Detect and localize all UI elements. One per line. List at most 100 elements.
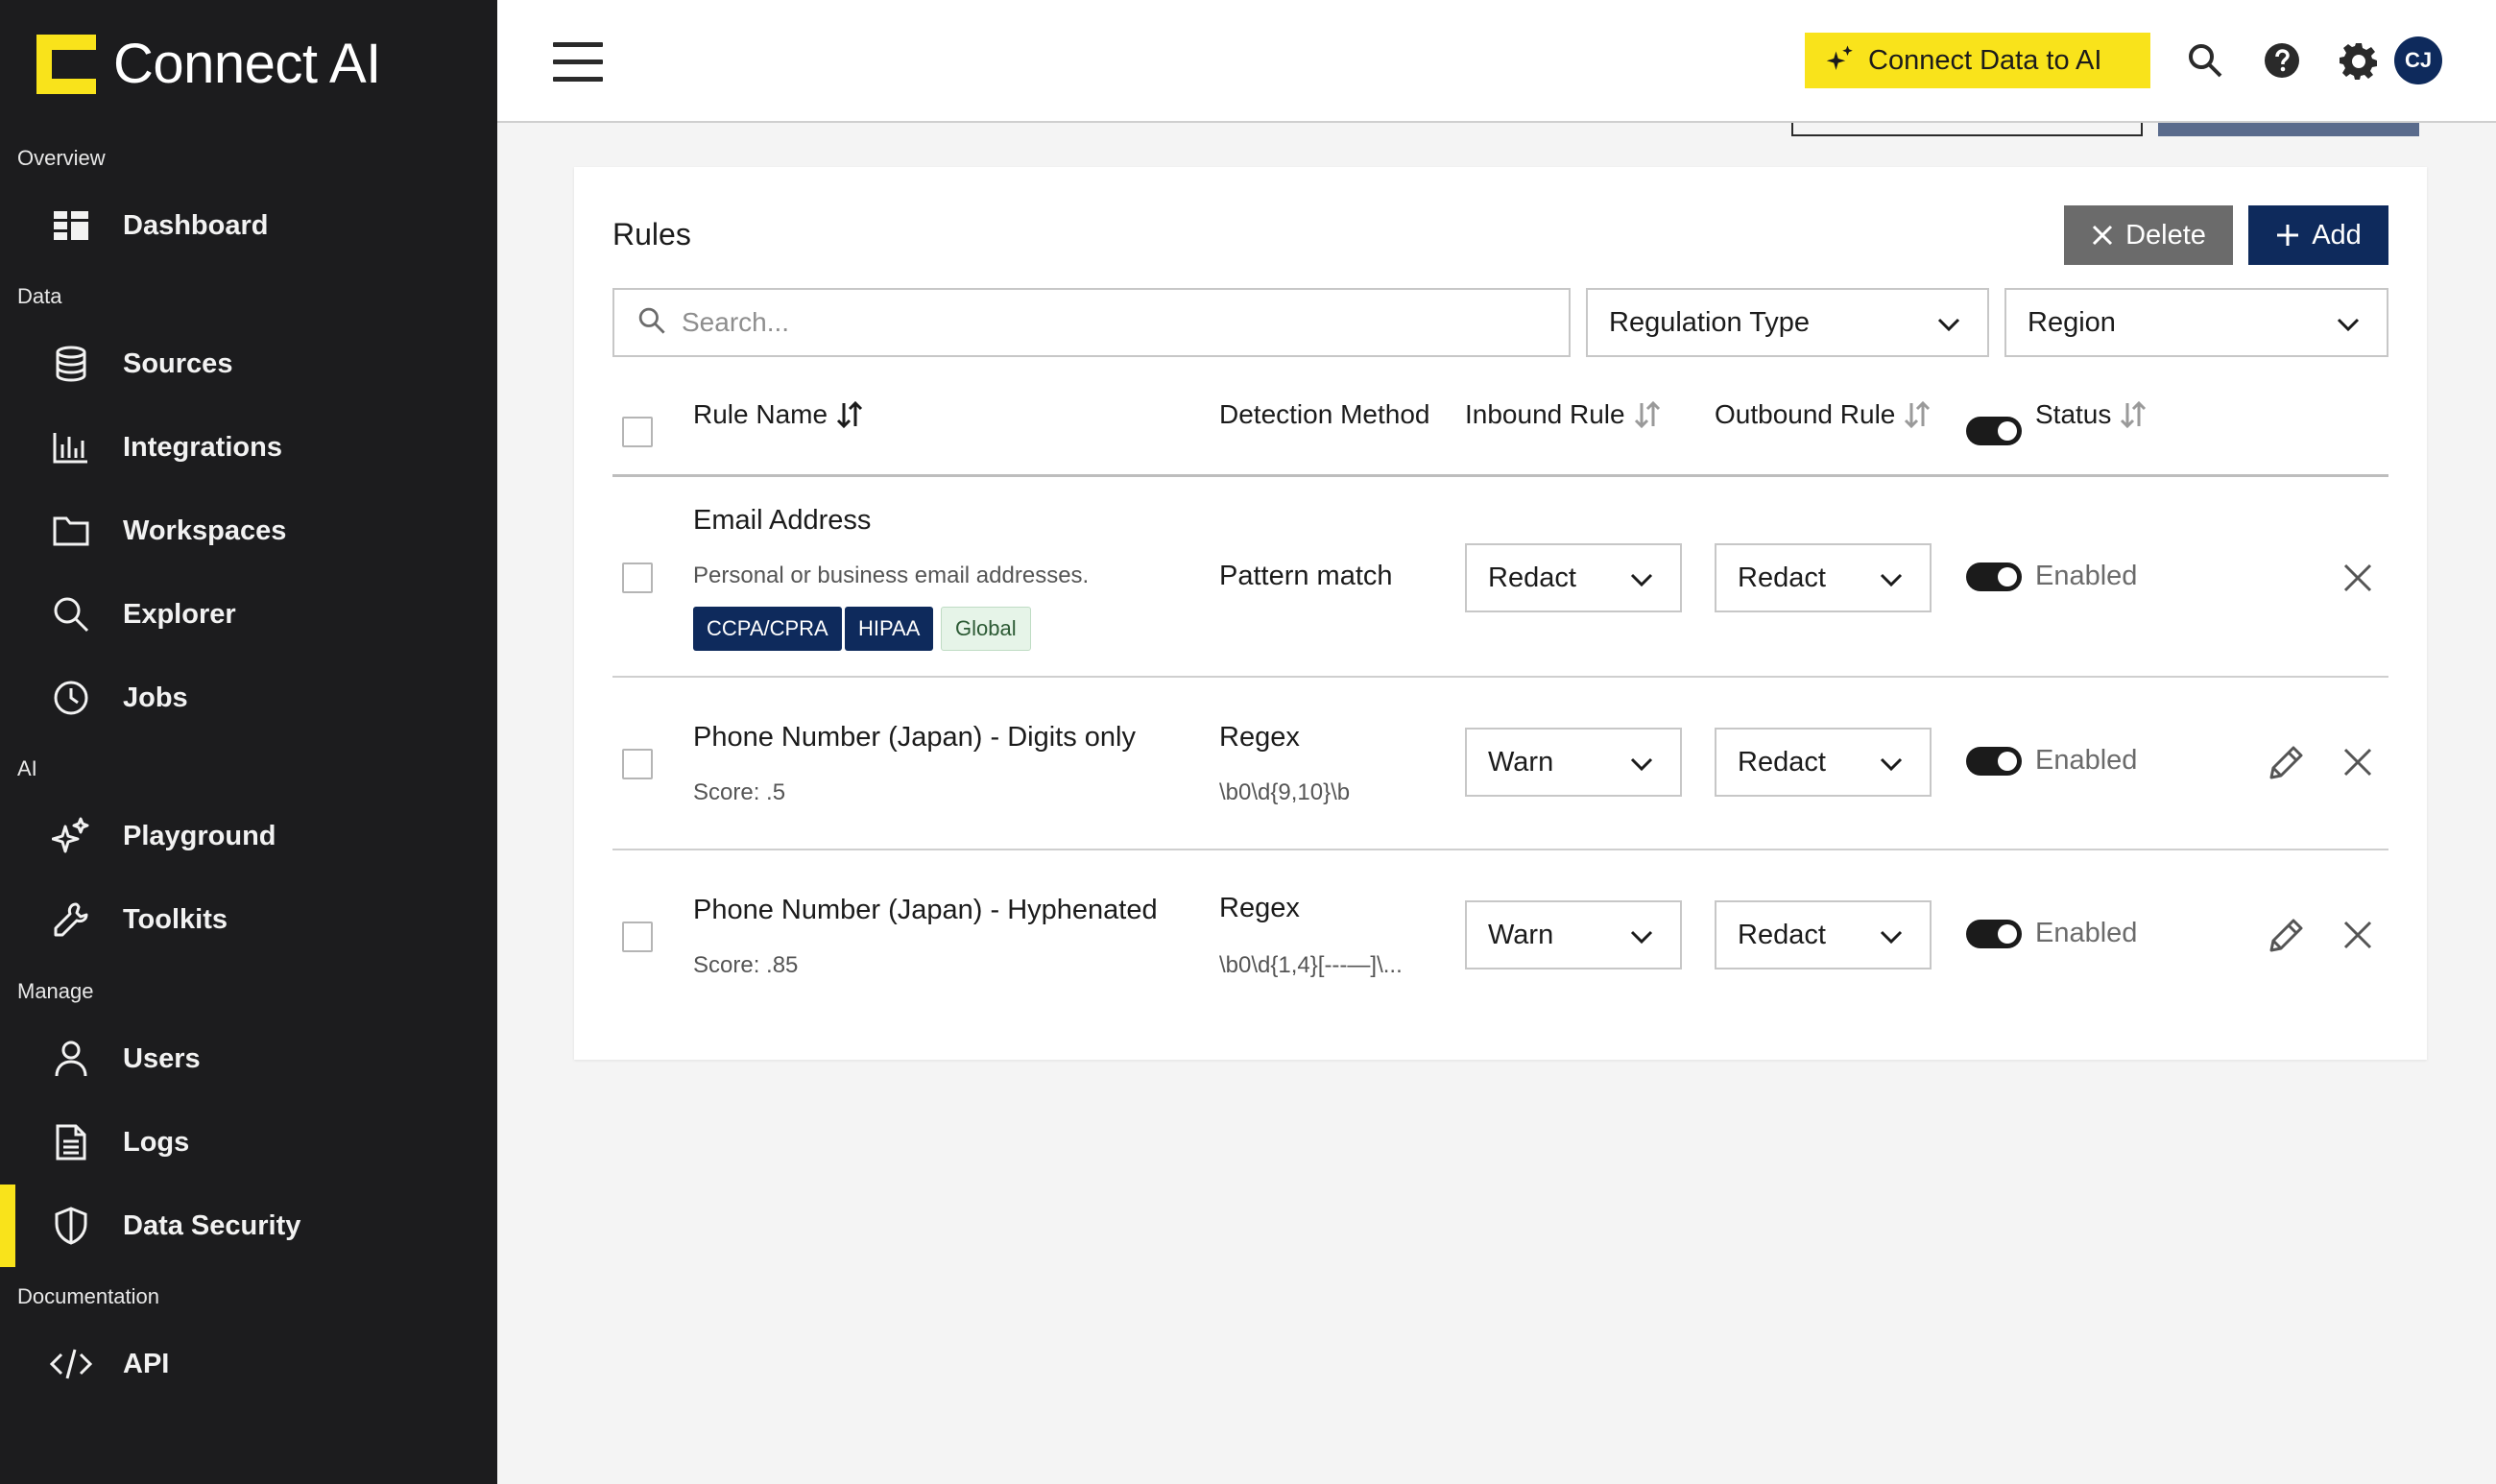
brand-name: Connect AI xyxy=(113,33,381,95)
tag-badge: HIPAA xyxy=(845,607,934,651)
bar-chart-icon xyxy=(50,426,92,468)
chevron-down-icon xyxy=(1878,751,1905,785)
plus-icon xyxy=(2275,223,2300,248)
sidebar-item-label: Integrations xyxy=(123,431,282,463)
pencil-icon[interactable] xyxy=(2266,914,2308,956)
top-bar: Connect Data to AI CJ xyxy=(497,0,2496,123)
select-value: Redact xyxy=(1738,746,1826,778)
select-value: Redact xyxy=(1738,919,1826,950)
sidebar-item-api[interactable]: API xyxy=(0,1323,497,1405)
status-toggle[interactable] xyxy=(1966,920,2022,948)
rule-score: Score: .85 xyxy=(693,952,799,978)
close-icon[interactable] xyxy=(2337,914,2379,956)
row-checkbox[interactable] xyxy=(622,922,653,952)
status-toggle[interactable] xyxy=(1966,747,2022,776)
chevron-down-icon xyxy=(1878,566,1905,601)
region-value: Region xyxy=(2028,306,2116,338)
status-toggle[interactable] xyxy=(1966,562,2022,591)
status-text: Enabled xyxy=(2035,918,2138,948)
sidebar-item-dashboard[interactable]: Dashboard xyxy=(0,184,497,267)
row-checkbox[interactable] xyxy=(622,562,653,593)
section-data: Data xyxy=(17,284,62,308)
row-checkbox[interactable] xyxy=(622,749,653,779)
sidebar-item-label: Explorer xyxy=(123,598,236,630)
column-header-inbound-rule[interactable]: Inbound Rule xyxy=(1465,399,1662,430)
column-header-detection-method: Detection Method xyxy=(1219,399,1429,430)
detection-method: Regex xyxy=(1219,893,1300,923)
outbound-rule-select[interactable]: Redact xyxy=(1715,900,1932,969)
status-text: Enabled xyxy=(2035,561,2138,591)
chevron-down-icon xyxy=(1628,566,1655,601)
connect-logo-icon xyxy=(36,35,96,94)
delete-button[interactable]: Delete xyxy=(2064,205,2233,265)
sidebar-item-playground[interactable]: Playground xyxy=(0,795,497,877)
menu-icon[interactable] xyxy=(553,42,603,83)
column-label: Rule Name xyxy=(693,399,828,429)
regulation-type-select[interactable]: Regulation Type xyxy=(1586,288,1989,357)
avatar[interactable]: CJ xyxy=(2394,36,2442,84)
section-manage: Manage xyxy=(17,979,94,1003)
wrench-icon xyxy=(50,898,92,941)
brand[interactable]: Connect AI xyxy=(36,35,381,94)
sidebar-item-sources[interactable]: Sources xyxy=(0,323,497,405)
search-icon[interactable] xyxy=(2183,38,2227,83)
region-select[interactable]: Region xyxy=(2004,288,2388,357)
sparkles-icon xyxy=(1826,44,1855,78)
sidebar-item-integrations[interactable]: Integrations xyxy=(0,406,497,489)
column-header-status[interactable]: Status xyxy=(2035,399,2148,430)
row-divider xyxy=(612,849,2388,850)
search-input[interactable] xyxy=(682,307,1546,338)
inbound-rule-select[interactable]: Redact xyxy=(1465,543,1682,612)
search-icon xyxy=(50,593,92,635)
sidebar-item-explorer[interactable]: Explorer xyxy=(0,573,497,656)
column-header-outbound-rule[interactable]: Outbound Rule xyxy=(1715,399,1932,430)
folder-icon xyxy=(50,510,92,552)
status-text: Enabled xyxy=(2035,745,2138,776)
regex-pattern: \b0\d{9,10}\b xyxy=(1219,779,1351,805)
inbound-rule-select[interactable]: Warn xyxy=(1465,900,1682,969)
sort-icon xyxy=(2119,400,2148,429)
sidebar-item-label: Users xyxy=(123,1042,201,1074)
clock-icon xyxy=(50,677,92,719)
close-icon[interactable] xyxy=(2337,741,2379,783)
status-toggle-all[interactable] xyxy=(1966,417,2022,445)
close-icon[interactable] xyxy=(2337,557,2379,599)
close-icon xyxy=(2091,224,2114,247)
column-label: Detection Method xyxy=(1219,399,1430,429)
select-value: Redact xyxy=(1738,562,1826,593)
column-header-rule-name[interactable]: Rule Name xyxy=(693,399,864,430)
rule-score: Score: .5 xyxy=(693,779,786,805)
inbound-rule-select[interactable]: Warn xyxy=(1465,728,1682,797)
connect-data-button[interactable]: Connect Data to AI xyxy=(1805,33,2150,88)
code-icon xyxy=(50,1343,92,1385)
detection-method: Pattern match xyxy=(1219,561,1393,591)
shield-icon xyxy=(50,1205,92,1247)
help-icon[interactable] xyxy=(2260,38,2304,83)
tag-badge: CCPA/CPRA xyxy=(693,607,842,651)
section-overview: Overview xyxy=(17,146,106,170)
sidebar-item-data-security[interactable]: Data Security xyxy=(0,1185,497,1267)
sidebar-item-users[interactable]: Users xyxy=(0,1017,497,1100)
settings-gear-icon[interactable] xyxy=(2337,38,2381,83)
chevron-down-icon xyxy=(1935,311,1962,346)
outbound-rule-select[interactable]: Redact xyxy=(1715,728,1932,797)
sort-icon xyxy=(835,400,864,429)
search-field[interactable] xyxy=(612,288,1571,357)
add-button[interactable]: Add xyxy=(2248,205,2388,265)
sidebar-item-toolkits[interactable]: Toolkits xyxy=(0,878,497,961)
tag-badge: Global xyxy=(941,607,1031,651)
sidebar-item-logs[interactable]: Logs xyxy=(0,1101,497,1184)
pencil-icon[interactable] xyxy=(2266,741,2308,783)
outbound-rule-select[interactable]: Redact xyxy=(1715,543,1932,612)
document-icon xyxy=(50,1121,92,1163)
regulation-type-value: Regulation Type xyxy=(1609,306,1811,338)
select-all-checkbox[interactable] xyxy=(622,417,653,447)
sidebar-item-jobs[interactable]: Jobs xyxy=(0,657,497,739)
sidebar-item-label: Logs xyxy=(123,1126,190,1158)
rule-description: Personal or business email addresses. xyxy=(693,562,1090,588)
sidebar-item-label: Sources xyxy=(123,347,233,379)
column-label: Inbound Rule xyxy=(1465,399,1625,429)
sidebar-item-label: Data Security xyxy=(123,1209,301,1241)
regex-pattern: \b0\d{1,4}[-‐‑—]\... xyxy=(1219,952,1403,978)
sidebar-item-workspaces[interactable]: Workspaces xyxy=(0,490,497,572)
